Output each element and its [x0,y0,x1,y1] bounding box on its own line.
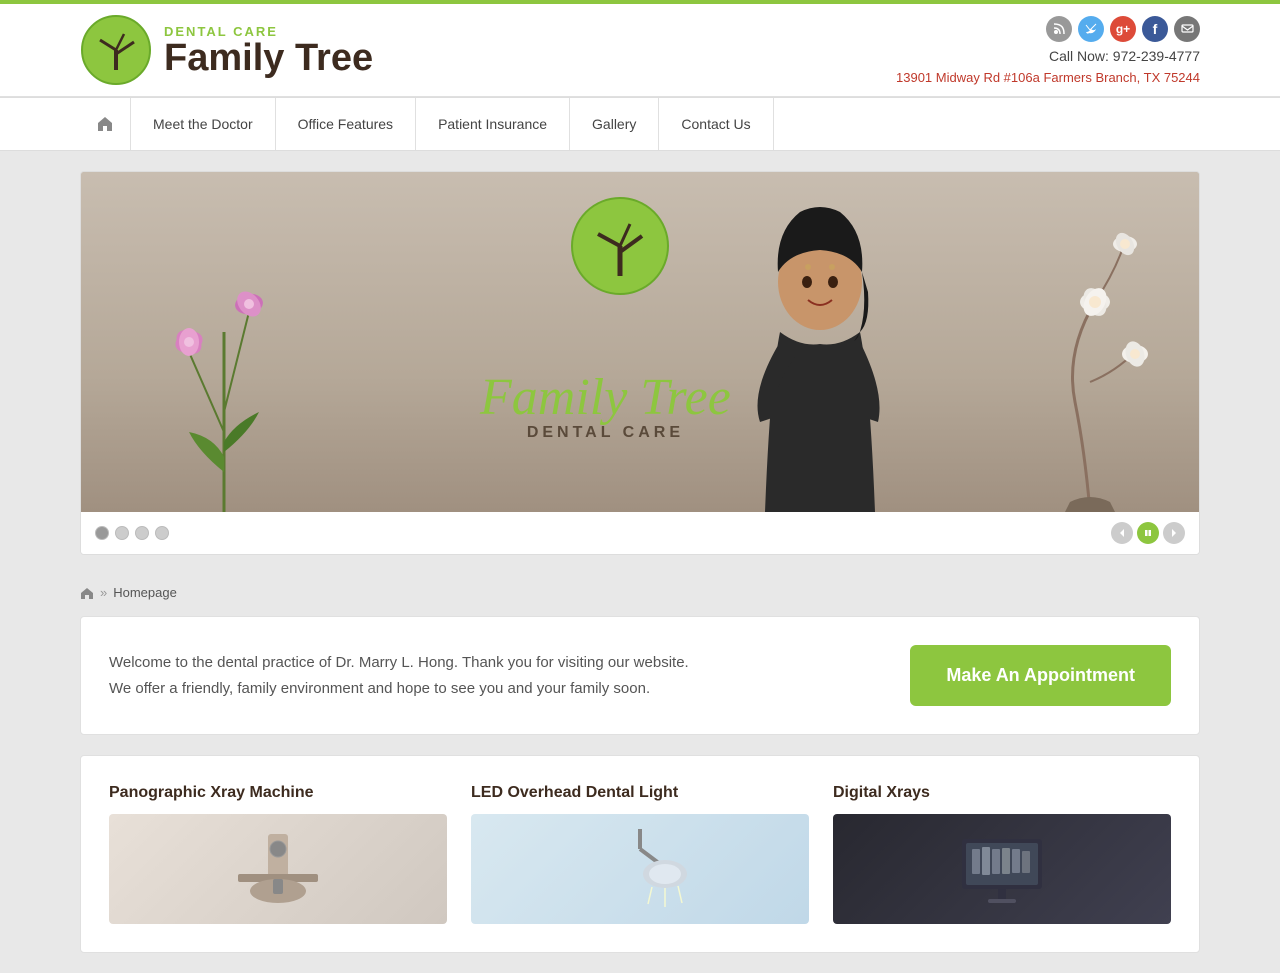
doctor-figure [720,182,920,512]
nav-inner: Meet the Doctor Office Features Patient … [0,98,1280,150]
nav-home[interactable] [80,98,131,150]
feature-xray-image [109,814,447,924]
main-wrapper: Family Tree DENTAL CARE [0,151,1280,973]
digital-xray-icon [942,829,1062,909]
welcome-text: Welcome to the dental practice of Dr. Ma… [109,650,689,701]
feature-light-image [471,814,809,924]
feature-light: LED Overhead Dental Light [471,784,809,924]
feature-digital-title: Digital Xrays [833,784,1171,802]
slider-prev-button[interactable] [1111,522,1133,544]
nav-item-office-features[interactable]: Office Features [276,98,416,150]
logo-text: DENTAL CARE Family Tree [164,24,373,77]
nav-item-patient-insurance[interactable]: Patient Insurance [416,98,570,150]
breadcrumb-separator: » [100,585,107,600]
address: 13901 Midway Rd #106a Farmers Branch, TX… [896,70,1200,85]
slider-play-button[interactable] [1137,522,1159,544]
dot-1[interactable] [95,526,109,540]
header-right: g+ f Call Now: 972-239-4777 13901 Midway… [896,16,1200,85]
rss-icon[interactable] [1046,16,1072,42]
feature-light-title: LED Overhead Dental Light [471,784,809,802]
breadcrumb: » Homepage [80,585,1200,600]
welcome-box: Welcome to the dental practice of Dr. Ma… [80,616,1200,735]
home-icon [96,115,114,133]
slider-section: Family Tree DENTAL CARE [80,151,1200,565]
features-box: Panographic Xray Machine [80,755,1200,953]
content-area: » Homepage Welcome to the dental practic… [80,565,1200,973]
dental-light-icon [580,829,700,909]
slider-container: Family Tree DENTAL CARE [80,171,1200,555]
logo-area: DENTAL CARE Family Tree [80,14,373,86]
google-icon[interactable]: g+ [1110,16,1136,42]
feature-digital-image [833,814,1171,924]
breadcrumb-current: Homepage [113,585,177,600]
slider-logo-icon [570,196,670,296]
dot-2[interactable] [115,526,129,540]
breadcrumb-home-icon[interactable] [80,586,94,600]
navigation: Meet the Doctor Office Features Patient … [0,97,1280,151]
nav-item-contact-us[interactable]: Contact Us [659,98,773,150]
slider-image-text: Family Tree DENTAL CARE [480,372,731,442]
slider-controls [81,512,1199,554]
nav-item-gallery[interactable]: Gallery [570,98,659,150]
flower-left [159,232,289,512]
logo-family-tree: Family Tree [164,39,373,77]
twitter-icon[interactable] [1078,16,1104,42]
make-appointment-button[interactable]: Make An Appointment [910,645,1171,706]
flower-right [1015,202,1165,512]
phone-number: Call Now: 972-239-4777 [1049,48,1200,64]
feature-xray: Panographic Xray Machine [109,784,447,924]
social-icons: g+ f [1046,16,1200,42]
facebook-icon[interactable]: f [1142,16,1168,42]
slider-nav-buttons [1111,522,1185,544]
xray-machine-icon [218,829,338,909]
features-grid: Panographic Xray Machine [109,784,1171,924]
slider-dots [95,526,169,540]
header: DENTAL CARE Family Tree g+ f Call Now: 9… [0,4,1280,97]
logo-icon [80,14,152,86]
dot-4[interactable] [155,526,169,540]
slider-next-button[interactable] [1163,522,1185,544]
feature-xray-title: Panographic Xray Machine [109,784,447,802]
nav-item-meet-doctor[interactable]: Meet the Doctor [131,98,276,150]
slider-image: Family Tree DENTAL CARE [81,172,1199,512]
email-icon[interactable] [1174,16,1200,42]
dot-3[interactable] [135,526,149,540]
feature-digital: Digital Xrays [833,784,1171,924]
